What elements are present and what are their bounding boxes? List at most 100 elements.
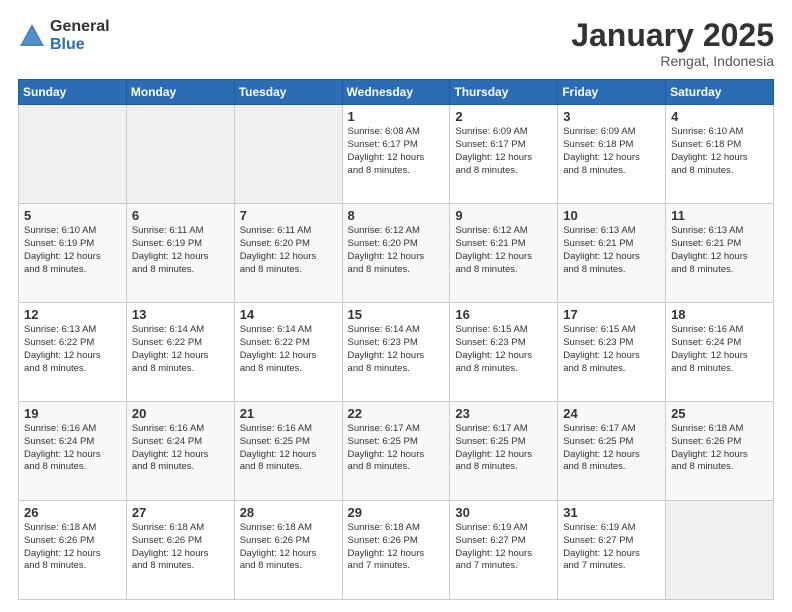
calendar-week-row: 19 Sunrise: 6:16 AM Sunset: 6:24 PM Dayli… bbox=[19, 402, 774, 501]
table-row: 17Sunrise: 6:15 AM Sunset: 6:23 PM Dayli… bbox=[558, 303, 666, 402]
table-row: 15Sunrise: 6:14 AM Sunset: 6:23 PM Dayli… bbox=[342, 303, 450, 402]
table-row: 10Sunrise: 6:13 AM Sunset: 6:21 PM Dayli… bbox=[558, 204, 666, 303]
header-saturday: Saturday bbox=[666, 80, 774, 105]
day-number: 19 bbox=[24, 406, 121, 421]
table-row: 5 Sunrise: 6:10 AM Sunset: 6:19 PM Daylig… bbox=[19, 204, 127, 303]
day-info: Sunrise: 6:12 AM Sunset: 6:21 PM Dayligh… bbox=[455, 225, 532, 274]
day-number: 2 bbox=[455, 109, 552, 124]
header-sunday: Sunday bbox=[19, 80, 127, 105]
day-number: 5 bbox=[24, 208, 121, 223]
day-info: Sunrise: 6:17 AM Sunset: 6:25 PM Dayligh… bbox=[563, 423, 640, 472]
table-row bbox=[234, 105, 342, 204]
table-row bbox=[666, 501, 774, 600]
calendar-page: General Blue January 2025 Rengat, Indone… bbox=[0, 0, 792, 612]
day-info: Sunrise: 6:14 AM Sunset: 6:23 PM Dayligh… bbox=[348, 324, 425, 373]
day-info: Sunrise: 6:13 AM Sunset: 6:22 PM Dayligh… bbox=[24, 324, 101, 373]
logo-general-label: General bbox=[50, 18, 110, 36]
day-info: Sunrise: 6:16 AM Sunset: 6:25 PM Dayligh… bbox=[240, 423, 317, 472]
calendar-week-row: 12 Sunrise: 6:13 AM Sunset: 6:22 PM Dayli… bbox=[19, 303, 774, 402]
table-row bbox=[19, 105, 127, 204]
day-number: 29 bbox=[348, 505, 445, 520]
table-row: 29 Sunrise: 6:18 AM Sunset: 6:26 PM Dayli… bbox=[342, 501, 450, 600]
day-number: 16 bbox=[455, 307, 552, 322]
location-label: Rengat, Indonesia bbox=[571, 53, 774, 69]
day-number: 17 bbox=[563, 307, 660, 322]
table-row: 12 Sunrise: 6:13 AM Sunset: 6:22 PM Dayli… bbox=[19, 303, 127, 402]
table-row: 19 Sunrise: 6:16 AM Sunset: 6:24 PM Dayli… bbox=[19, 402, 127, 501]
table-row: 6Sunrise: 6:11 AM Sunset: 6:19 PM Daylig… bbox=[126, 204, 234, 303]
day-info: Sunrise: 6:14 AM Sunset: 6:22 PM Dayligh… bbox=[240, 324, 317, 373]
table-row: 23 Sunrise: 6:17 AM Sunset: 6:25 PM Dayli… bbox=[450, 402, 558, 501]
day-number: 26 bbox=[24, 505, 121, 520]
day-info: Sunrise: 6:19 AM Sunset: 6:27 PM Dayligh… bbox=[563, 522, 640, 571]
table-row bbox=[126, 105, 234, 204]
table-row: 16 Sunrise: 6:15 AM Sunset: 6:23 PM Dayli… bbox=[450, 303, 558, 402]
logo-text: General Blue bbox=[50, 18, 110, 53]
header-friday: Friday bbox=[558, 80, 666, 105]
table-row: 7 Sunrise: 6:11 AM Sunset: 6:20 PM Daylig… bbox=[234, 204, 342, 303]
table-row: 14 Sunrise: 6:14 AM Sunset: 6:22 PM Dayli… bbox=[234, 303, 342, 402]
day-number: 20 bbox=[132, 406, 229, 421]
day-number: 23 bbox=[455, 406, 552, 421]
table-row: 13Sunrise: 6:14 AM Sunset: 6:22 PM Dayli… bbox=[126, 303, 234, 402]
table-row: 31 Sunrise: 6:19 AM Sunset: 6:27 PM Dayli… bbox=[558, 501, 666, 600]
logo-blue-label: Blue bbox=[50, 36, 110, 54]
header-monday: Monday bbox=[126, 80, 234, 105]
title-block: January 2025 Rengat, Indonesia bbox=[571, 18, 774, 69]
table-row: 28Sunrise: 6:18 AM Sunset: 6:26 PM Dayli… bbox=[234, 501, 342, 600]
day-info: Sunrise: 6:12 AM Sunset: 6:20 PM Dayligh… bbox=[348, 225, 425, 274]
header-thursday: Thursday bbox=[450, 80, 558, 105]
table-row: 20 Sunrise: 6:16 AM Sunset: 6:24 PM Dayli… bbox=[126, 402, 234, 501]
day-number: 13 bbox=[132, 307, 229, 322]
day-number: 14 bbox=[240, 307, 337, 322]
day-number: 6 bbox=[132, 208, 229, 223]
day-info: Sunrise: 6:15 AM Sunset: 6:23 PM Dayligh… bbox=[455, 324, 532, 373]
day-info: Sunrise: 6:16 AM Sunset: 6:24 PM Dayligh… bbox=[24, 423, 101, 472]
day-info: Sunrise: 6:18 AM Sunset: 6:26 PM Dayligh… bbox=[348, 522, 425, 571]
table-row: 9 Sunrise: 6:12 AM Sunset: 6:21 PM Daylig… bbox=[450, 204, 558, 303]
day-info: Sunrise: 6:11 AM Sunset: 6:20 PM Dayligh… bbox=[240, 225, 317, 274]
day-number: 25 bbox=[671, 406, 768, 421]
day-number: 4 bbox=[671, 109, 768, 124]
table-row: 26Sunrise: 6:18 AM Sunset: 6:26 PM Dayli… bbox=[19, 501, 127, 600]
table-row: 30 Sunrise: 6:19 AM Sunset: 6:27 PM Dayli… bbox=[450, 501, 558, 600]
logo: General Blue bbox=[18, 18, 110, 53]
day-info: Sunrise: 6:08 AM Sunset: 6:17 PM Dayligh… bbox=[348, 126, 425, 175]
day-number: 12 bbox=[24, 307, 121, 322]
day-info: Sunrise: 6:10 AM Sunset: 6:19 PM Dayligh… bbox=[24, 225, 101, 274]
day-number: 8 bbox=[348, 208, 445, 223]
day-number: 3 bbox=[563, 109, 660, 124]
table-row: 21 Sunrise: 6:16 AM Sunset: 6:25 PM Dayli… bbox=[234, 402, 342, 501]
day-number: 21 bbox=[240, 406, 337, 421]
header-wednesday: Wednesday bbox=[342, 80, 450, 105]
day-info: Sunrise: 6:19 AM Sunset: 6:27 PM Dayligh… bbox=[455, 522, 532, 571]
table-row: 25 Sunrise: 6:18 AM Sunset: 6:26 PM Dayli… bbox=[666, 402, 774, 501]
day-number: 22 bbox=[348, 406, 445, 421]
day-info: Sunrise: 6:16 AM Sunset: 6:24 PM Dayligh… bbox=[671, 324, 748, 373]
day-number: 9 bbox=[455, 208, 552, 223]
day-number: 30 bbox=[455, 505, 552, 520]
day-number: 28 bbox=[240, 505, 337, 520]
table-row: 22Sunrise: 6:17 AM Sunset: 6:25 PM Dayli… bbox=[342, 402, 450, 501]
calendar-week-row: 1 Sunrise: 6:08 AM Sunset: 6:17 PM Daylig… bbox=[19, 105, 774, 204]
day-number: 27 bbox=[132, 505, 229, 520]
header: General Blue January 2025 Rengat, Indone… bbox=[18, 18, 774, 69]
table-row: 1 Sunrise: 6:08 AM Sunset: 6:17 PM Daylig… bbox=[342, 105, 450, 204]
calendar-table: Sunday Monday Tuesday Wednesday Thursday… bbox=[18, 79, 774, 600]
table-row: 4Sunrise: 6:10 AM Sunset: 6:18 PM Daylig… bbox=[666, 105, 774, 204]
day-info: Sunrise: 6:09 AM Sunset: 6:18 PM Dayligh… bbox=[563, 126, 640, 175]
day-number: 1 bbox=[348, 109, 445, 124]
day-info: Sunrise: 6:18 AM Sunset: 6:26 PM Dayligh… bbox=[671, 423, 748, 472]
day-info: Sunrise: 6:13 AM Sunset: 6:21 PM Dayligh… bbox=[563, 225, 640, 274]
table-row: 27Sunrise: 6:18 AM Sunset: 6:26 PM Dayli… bbox=[126, 501, 234, 600]
calendar-week-row: 5 Sunrise: 6:10 AM Sunset: 6:19 PM Daylig… bbox=[19, 204, 774, 303]
day-number: 7 bbox=[240, 208, 337, 223]
day-number: 31 bbox=[563, 505, 660, 520]
calendar-week-row: 26 Sunrise: 6:18 AM Sunset: 6:26 PM Dayli… bbox=[19, 501, 774, 600]
day-info: Sunrise: 6:16 AM Sunset: 6:24 PM Dayligh… bbox=[132, 423, 209, 472]
day-info: Sunrise: 6:09 AM Sunset: 6:17 PM Dayligh… bbox=[455, 126, 532, 175]
day-info: Sunrise: 6:17 AM Sunset: 6:25 PM Dayligh… bbox=[455, 423, 532, 472]
table-row: 3 Sunrise: 6:09 AM Sunset: 6:18 PM Daylig… bbox=[558, 105, 666, 204]
day-number: 24 bbox=[563, 406, 660, 421]
header-tuesday: Tuesday bbox=[234, 80, 342, 105]
